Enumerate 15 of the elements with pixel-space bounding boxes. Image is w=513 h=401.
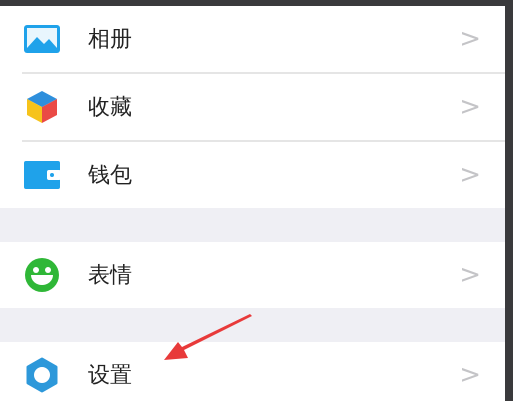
picture-icon — [23, 24, 61, 54]
menu-label: 表情 — [88, 262, 132, 290]
menu-label: 设置 — [88, 362, 132, 390]
menu-label: 相册 — [88, 26, 132, 54]
chevron-icon: > — [459, 256, 481, 294]
menu-label: 钱包 — [88, 162, 132, 190]
chevron-icon: > — [459, 20, 481, 58]
smiley-icon — [24, 257, 60, 293]
settings-icon — [24, 357, 60, 393]
menu-label: 收藏 — [88, 94, 132, 122]
chevron-icon: > — [459, 356, 481, 394]
wallet-icon — [23, 160, 61, 190]
cube-icon — [25, 89, 59, 125]
chevron-icon: > — [459, 156, 481, 194]
chevron-icon: > — [459, 88, 481, 126]
